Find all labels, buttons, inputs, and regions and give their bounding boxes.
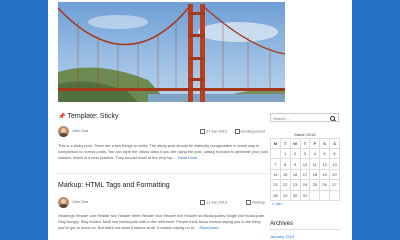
search-icon[interactable]: [330, 115, 335, 121]
calendar-week: 21 22 23 24 25 26 27: [270, 179, 340, 191]
calendar-day: 27: [329, 179, 340, 191]
calendar-day: 21: [270, 179, 281, 191]
calendar-day: 11: [309, 158, 321, 170]
calendar-day: 30: [289, 189, 301, 201]
calendar-day: 2: [289, 147, 301, 160]
calendar-day: 7: [270, 158, 281, 170]
post-divider: [58, 173, 270, 174]
calendar-weekday: S: [319, 138, 331, 149]
post-category[interactable]: Uncategorized: [234, 129, 265, 134]
calendar-day: 29: [279, 189, 291, 201]
calendar-day: 1: [279, 147, 291, 160]
calendar-day: 10: [299, 158, 311, 170]
calendar-weekday: T: [299, 138, 311, 149]
calendar-day: [329, 189, 340, 201]
calendar-day: 16: [289, 168, 301, 181]
calendar-day: 13: [329, 158, 340, 170]
calendar-day: 8: [279, 158, 291, 170]
post-date[interactable]: 07 Jan 2012: [200, 129, 227, 134]
avatar[interactable]: [58, 126, 69, 137]
post-title-sticky[interactable]: 📌 Template: Sticky: [58, 113, 118, 120]
calendar-day: 14: [270, 168, 281, 181]
post-excerpt-text: Headings Header one Header two Header th…: [58, 213, 266, 230]
post-excerpt-text: This is a sticky post. There are a few t…: [58, 143, 268, 160]
calendar-day: [270, 147, 281, 160]
calendar-day: [319, 189, 331, 201]
post-excerpt: Headings Header one Header two Header th…: [58, 213, 270, 231]
calendar-caption: March 2016: [294, 132, 316, 137]
search-input[interactable]: [273, 115, 328, 121]
hero-image-golden-gate-bridge: [58, 2, 285, 102]
calendar-weekday: M: [270, 138, 281, 149]
calendar-weekday: W: [289, 138, 301, 149]
calendar-day: 28: [270, 189, 281, 201]
author-name[interactable]: John Doe: [72, 129, 88, 133]
calendar-day: 19: [319, 168, 331, 181]
calendar-day: 26: [319, 179, 331, 191]
calendar-day: 6: [329, 147, 340, 160]
post-meta: John Doe 11 Jan 2013 Markup: [58, 197, 265, 208]
post-date-text[interactable]: 07 Jan 2012: [206, 130, 227, 134]
widget-divider: [270, 229, 340, 230]
post-category-text[interactable]: Markup: [252, 201, 265, 205]
calendar-day: 22: [279, 179, 291, 191]
calendar-weekday: T: [279, 138, 291, 149]
post-title-text[interactable]: Markup: HTML Tags and Formatting: [58, 182, 170, 189]
calendar-day: 5: [319, 147, 331, 160]
calendar-day: 3: [299, 147, 311, 160]
bridge-illustration: [58, 2, 285, 102]
pin-icon: 📌: [58, 114, 66, 120]
calendar-week: 14 15 16 17 18 19 20: [270, 168, 340, 181]
calendar-day: 20: [329, 168, 340, 181]
calendar-day: 17: [299, 168, 311, 181]
folder-icon: [234, 129, 240, 134]
post-title-text[interactable]: Template: Sticky: [67, 113, 118, 120]
read-more-link[interactable]: Read more: [199, 225, 218, 230]
read-more-link[interactable]: Read more: [178, 155, 197, 160]
calendar-icon: [200, 129, 206, 134]
folder-icon: [246, 200, 252, 205]
calendar-day: 12: [319, 158, 331, 170]
post-date[interactable]: 11 Jan 2013: [200, 200, 227, 205]
post-category[interactable]: Markup: [246, 200, 265, 205]
calendar-day: 18: [309, 168, 321, 181]
calendar-day: 4: [309, 147, 321, 160]
calendar-widget: M T W T F S S 123456 7 8 9 10 11 12 13 14 15 16 1…: [270, 138, 340, 201]
calendar-weekday: F: [309, 138, 321, 149]
calendar-day: 24: [299, 179, 311, 191]
post-title-markup[interactable]: Markup: HTML Tags and Formatting: [58, 182, 170, 189]
calendar-day: [309, 189, 321, 201]
calendar-day: 25: [309, 179, 321, 191]
calendar-week: 123456: [270, 147, 340, 160]
archive-link[interactable]: January 2013: [270, 234, 294, 239]
calendar-day: 9: [289, 158, 301, 170]
calendar-day: 23: [289, 179, 301, 191]
archives-title: Archives: [270, 221, 294, 227]
post-excerpt: This is a sticky post. There are a few t…: [58, 143, 270, 161]
page: 📌 Template: Sticky John Doe 07 Jan 2012 U…: [48, 0, 352, 240]
post-category-text[interactable]: Uncategorized: [241, 130, 265, 134]
post-date-text[interactable]: 11 Jan 2013: [206, 201, 227, 205]
search-form: [270, 113, 339, 122]
avatar[interactable]: [58, 197, 69, 208]
author-name[interactable]: John Doe: [72, 200, 88, 204]
calendar-day: 15: [279, 168, 291, 181]
calendar-icon: [200, 200, 206, 205]
calendar-week: 7 8 9 10 11 12 13: [270, 158, 340, 170]
calendar-prev-link[interactable]: « Jan: [272, 201, 282, 206]
calendar-day: 31: [299, 189, 311, 201]
calendar-week: 28 29 30 31: [270, 189, 340, 201]
post-meta: John Doe 07 Jan 2012 Uncategorized: [58, 126, 265, 137]
calendar-weekday: S: [329, 138, 340, 149]
